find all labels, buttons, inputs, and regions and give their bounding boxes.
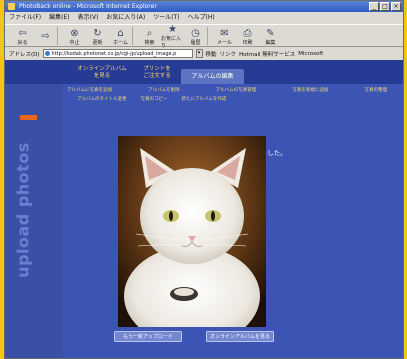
refresh-icon: ↻ (93, 27, 102, 39)
stop-icon: ⊗ (70, 27, 79, 39)
back-button[interactable]: ⇦ 戻る (11, 25, 34, 48)
subnav-link[interactable]: 写真の整理 (364, 87, 387, 93)
ie-page-icon (44, 51, 50, 56)
address-bar: アドレス(D) http://kodak.photonet.co.jp/cgi-… (5, 48, 403, 59)
address-input[interactable]: http://kodak.photonet.co.jp/cgi-jp/uploa… (42, 49, 193, 58)
favorites-button[interactable]: ★ お気に入り (161, 24, 184, 49)
go-button[interactable]: 移動 (206, 50, 217, 58)
forward-arrow-icon: ⇨ (41, 31, 50, 42)
history-button[interactable]: ◷ 履歴 (184, 25, 207, 48)
home-button[interactable]: ⌂ ホーム (109, 25, 132, 48)
uploaded-cat-photo (118, 136, 266, 327)
action-buttons: もう一枚アップロード オンラインアルバムを見る (114, 331, 274, 342)
upload-another-button[interactable]: もう一枚アップロード (114, 331, 182, 342)
menu-view[interactable]: 表示(V) (78, 12, 99, 23)
close-button[interactable]: × (391, 2, 401, 11)
subnav-link[interactable]: 新たにアルバムを作成 (181, 96, 226, 102)
side-title: upload photos (13, 142, 33, 278)
address-value: http://kodak.photonet.co.jp/cgi-jp/uploa… (51, 51, 177, 57)
top-navigation: オンラインアルバム を見る プリントを ご注文する アルバムの編集 (5, 60, 403, 84)
menu-bar: ファイル(F) 編集(E) 表示(V) お気に入り(A) ツール(T) ヘルプ(… (5, 12, 403, 23)
menu-edit[interactable]: 編集(E) (49, 12, 69, 23)
tab-view-album[interactable]: オンラインアルバム を見る (73, 66, 131, 80)
tab-order-prints[interactable]: プリントを ご注文する (133, 66, 181, 80)
chevron-down-icon: ▾ (197, 50, 201, 56)
forward-button[interactable]: ⇨ (34, 25, 57, 48)
address-dropdown-button[interactable]: ▾ (195, 49, 203, 58)
subnav-link[interactable]: アルバムのタイトル変更 (77, 96, 126, 102)
maximize-button[interactable]: □ (380, 2, 390, 11)
home-icon: ⌂ (117, 27, 124, 39)
window-controls: _ □ × (369, 2, 401, 11)
view-online-album-button[interactable]: オンラインアルバムを見る (206, 331, 274, 342)
mail-button[interactable]: ✉ メール (213, 25, 236, 48)
sub-navigation: アルバムに写真を追加 アルバムを削除 アルバムの写真管理 写真を新規に追加 写真… (67, 87, 387, 105)
menu-help[interactable]: ヘルプ(H) (188, 12, 215, 23)
app-icon (8, 3, 15, 10)
mail-icon: ✉ (220, 27, 229, 39)
subnav-link[interactable]: アルバムの写真管理 (216, 87, 256, 93)
print-button[interactable]: ⎙ 印刷 (236, 25, 259, 48)
subnav-link[interactable]: アルバムに写真を追加 (67, 87, 112, 93)
back-arrow-icon: ⇦ (18, 27, 27, 39)
tab-edit-album[interactable]: アルバムの編集 (181, 69, 244, 84)
subnav-link[interactable]: アルバムを削除 (148, 87, 179, 93)
link-hotmail[interactable]: Hotmail 無料サービス (239, 50, 295, 58)
history-icon: ◷ (191, 27, 200, 39)
toolbar: ⇦ 戻る ⇨ ⊗ 中止 ↻ 更新 ⌂ ホーム ⌕ 検索 ★ お気に入り ◷ 履歴 ✉ メール ⎙… (5, 24, 403, 49)
menu-file[interactable]: ファイル(F) (9, 12, 41, 23)
menu-favorites[interactable]: お気に入り(A) (106, 12, 145, 23)
title-bar: PhotoBack online - Microsoft Internet Ex… (5, 1, 403, 12)
menu-tools[interactable]: ツール(T) (153, 12, 179, 23)
window-title: PhotoBack online - Microsoft Internet Ex… (19, 3, 157, 10)
edit-icon: ✎ (266, 27, 275, 39)
logo-badge (20, 115, 37, 120)
left-column: upload photos (5, 60, 63, 358)
address-label: アドレス(D) (9, 51, 40, 58)
favorites-icon: ★ (168, 24, 177, 35)
edit-button[interactable]: ✎ 編集 (259, 25, 282, 48)
links-label[interactable]: リンク (220, 50, 237, 58)
link-microsoft[interactable]: Microsoft (298, 51, 323, 57)
subnav-link[interactable]: 写真のコピー (140, 96, 167, 102)
print-icon: ⎙ (243, 27, 252, 39)
minimize-button[interactable]: _ (369, 2, 379, 11)
search-button[interactable]: ⌕ 検索 (138, 25, 161, 48)
subnav-link[interactable]: 写真を新規に追加 (292, 87, 328, 93)
search-icon: ⌕ (146, 27, 153, 39)
refresh-button[interactable]: ↻ 更新 (86, 25, 109, 48)
stop-button[interactable]: ⊗ 中止 (63, 25, 86, 48)
